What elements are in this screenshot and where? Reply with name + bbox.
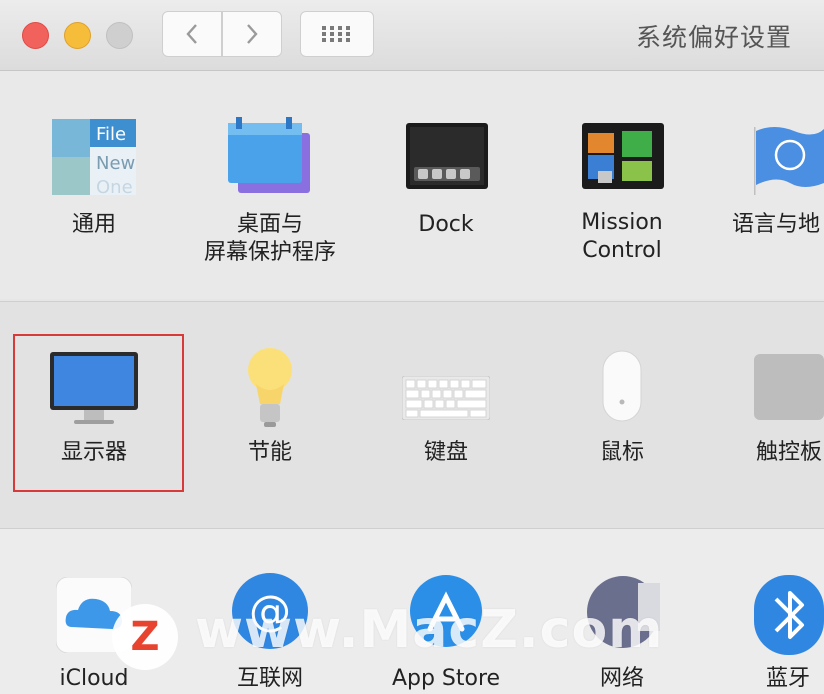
- pane-dock-label: Dock: [418, 212, 474, 237]
- general-icon: File New One: [52, 119, 136, 195]
- pane-general-label: 通用: [71, 212, 116, 237]
- keyboard-icon: [402, 376, 490, 420]
- pane-internet-label: 互联网: [236, 666, 303, 691]
- bulb-icon: [248, 348, 292, 427]
- pane-desktop-label-text: 桌面与 屏幕保护程序: [203, 212, 336, 265]
- pane-mission-control[interactable]: Mission Control: [542, 71, 702, 299]
- pane-keyboard-label: 键盘: [423, 440, 468, 465]
- grid-icon: [322, 26, 350, 42]
- pane-appstore-label: App Store: [391, 666, 501, 691]
- close-button[interactable]: [22, 22, 49, 49]
- watermark-logo-letter: Z: [130, 614, 160, 660]
- minimize-button[interactable]: [64, 22, 91, 49]
- pane-bluetooth-label: 蓝牙: [766, 666, 811, 691]
- trackpad-icon: [754, 354, 824, 420]
- zoom-button[interactable]: [106, 22, 133, 49]
- show-all-button[interactable]: [300, 11, 374, 57]
- general-icon-line2: New: [96, 153, 135, 174]
- pane-general[interactable]: File New One 通用: [14, 71, 174, 299]
- dock-icon: [406, 123, 488, 189]
- pane-trackpad-label: 触控板: [756, 440, 823, 465]
- pane-language-label: 语言与地: [732, 212, 821, 237]
- pane-energy-label: 节能: [247, 440, 292, 465]
- pane-desktop[interactable]: 桌面与 屏幕保护程序: [190, 71, 350, 299]
- pane-trackpad[interactable]: 触控板: [718, 302, 824, 528]
- mission-control-icon: [582, 123, 664, 189]
- pane-network-label: 网络: [599, 666, 644, 691]
- mouse-icon: [602, 350, 642, 422]
- pane-mouse-label: 鼠标: [599, 440, 644, 465]
- window-title: 系统偏好设置: [635, 23, 792, 52]
- pane-mission-control-label: Mission Control: [581, 210, 663, 263]
- pane-dock[interactable]: Dock: [366, 71, 526, 299]
- title-bar: 系统偏好设置: [0, 0, 824, 71]
- general-icon-line1: File: [96, 124, 126, 145]
- back-button[interactable]: [162, 11, 222, 57]
- watermark-text: www.MacZ.com: [195, 600, 664, 660]
- forward-button[interactable]: [222, 11, 282, 57]
- pane-row-personal: File New One 通用 桌面与 屏幕保护程序 Dock Mission …: [0, 71, 824, 299]
- chevron-right-icon: [247, 24, 258, 44]
- pane-language-region[interactable]: 语言与地: [718, 71, 824, 299]
- bluetooth-icon: [754, 575, 824, 655]
- desktop-icon: [228, 117, 310, 193]
- language-icon: [754, 127, 824, 195]
- selection-highlight: [13, 334, 184, 492]
- pane-desktop-label: 桌面与 屏幕保护程序: [190, 211, 350, 267]
- watermark-logo: Z: [112, 604, 178, 670]
- general-icon-line3: One: [96, 177, 133, 195]
- chevron-left-icon: [186, 24, 197, 44]
- pane-mouse[interactable]: 鼠标: [542, 302, 702, 528]
- pane-bluetooth[interactable]: 蓝牙: [718, 529, 824, 694]
- pane-energy-saver[interactable]: 节能: [190, 302, 350, 528]
- pane-keyboard[interactable]: 键盘: [366, 302, 526, 528]
